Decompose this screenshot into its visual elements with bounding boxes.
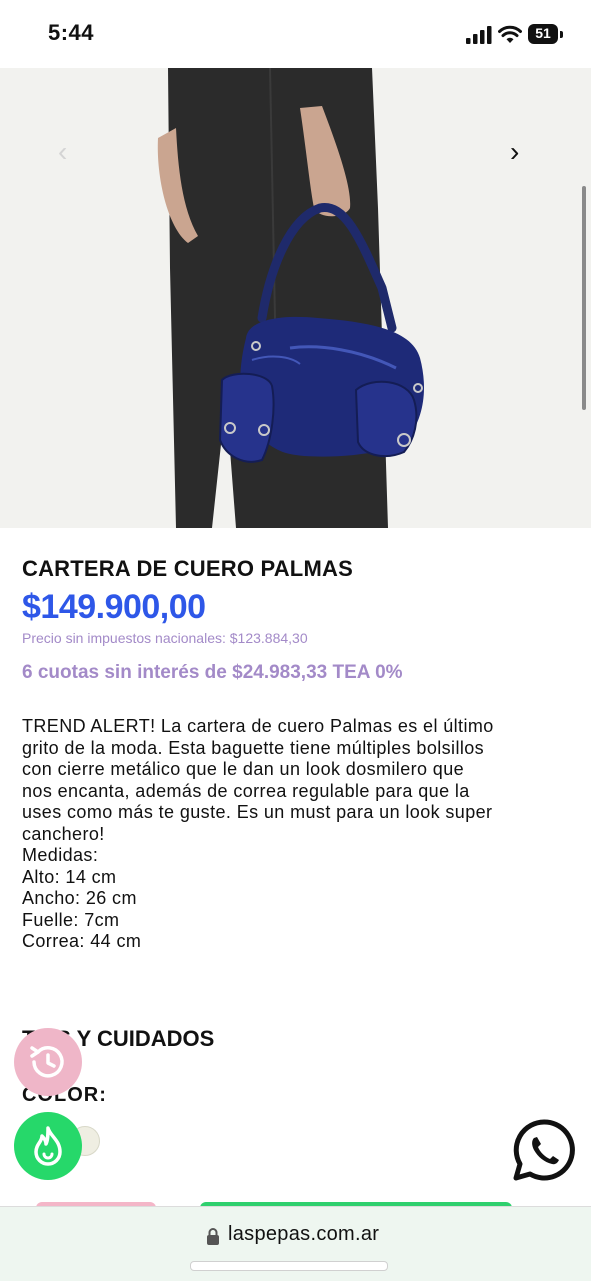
description-line: canchero! [22, 823, 105, 844]
product-title: CARTERA DE CUERO PALMAS [22, 556, 353, 581]
url-text[interactable]: laspepas.com.ar [228, 1223, 379, 1246]
description-line: Alto: 14 cm [22, 866, 117, 887]
status-bar: 5:44 51 [0, 0, 591, 68]
whatsapp-icon [513, 1119, 575, 1181]
description-line: Ancho: 26 cm [22, 888, 137, 908]
description-line: TREND ALERT! La cartera de cuero Palmas … [22, 716, 494, 736]
browser-url-bar[interactable]: laspepas.com.ar [0, 1206, 591, 1281]
installments-info: 6 cuotas sin interés de $24.983,33 TEA 0… [22, 662, 403, 683]
description-line: con cierre metálico que le dan un look d… [22, 759, 465, 779]
battery-level: 51 [535, 25, 551, 41]
product-description: TREND ALERT! La cartera de cuero Palmas … [22, 716, 570, 953]
description-line: Medidas: [22, 845, 99, 865]
whatsapp-button[interactable] [512, 1118, 576, 1182]
carousel-next-button[interactable]: › [510, 138, 532, 166]
product-price: $149.900,00 [22, 588, 206, 626]
history-icon [30, 1046, 64, 1078]
description-line: grito de la moda. Esta baguette tiene mú… [22, 737, 485, 758]
description-line: Fuelle: 7cm [22, 909, 120, 930]
product-image-carousel[interactable]: ‹ › [0, 68, 591, 528]
price-without-tax: Precio sin impuestos nacionales: $123.88… [22, 630, 308, 646]
trending-button[interactable] [14, 1112, 82, 1180]
carousel-prev-button[interactable]: ‹ [58, 138, 80, 166]
chevron-right-icon: › [510, 136, 520, 167]
battery-icon: 51 [528, 24, 564, 44]
lock-icon [207, 1228, 219, 1245]
chevron-left-icon: ‹ [58, 136, 68, 167]
status-time: 5:44 [48, 20, 95, 45]
history-button[interactable] [14, 1028, 82, 1096]
page-scrollbar[interactable] [582, 186, 586, 410]
description-line: uses como más te guste. Es un must para … [22, 802, 493, 822]
wifi-icon [498, 25, 522, 43]
flame-icon [34, 1126, 62, 1166]
signal-icon [466, 26, 492, 44]
description-line: Correa: 44 cm [22, 931, 142, 951]
description-line: nos encanta, además de correa regulable … [22, 780, 470, 801]
product-image [0, 68, 591, 528]
page-load-indicator [190, 1261, 388, 1271]
